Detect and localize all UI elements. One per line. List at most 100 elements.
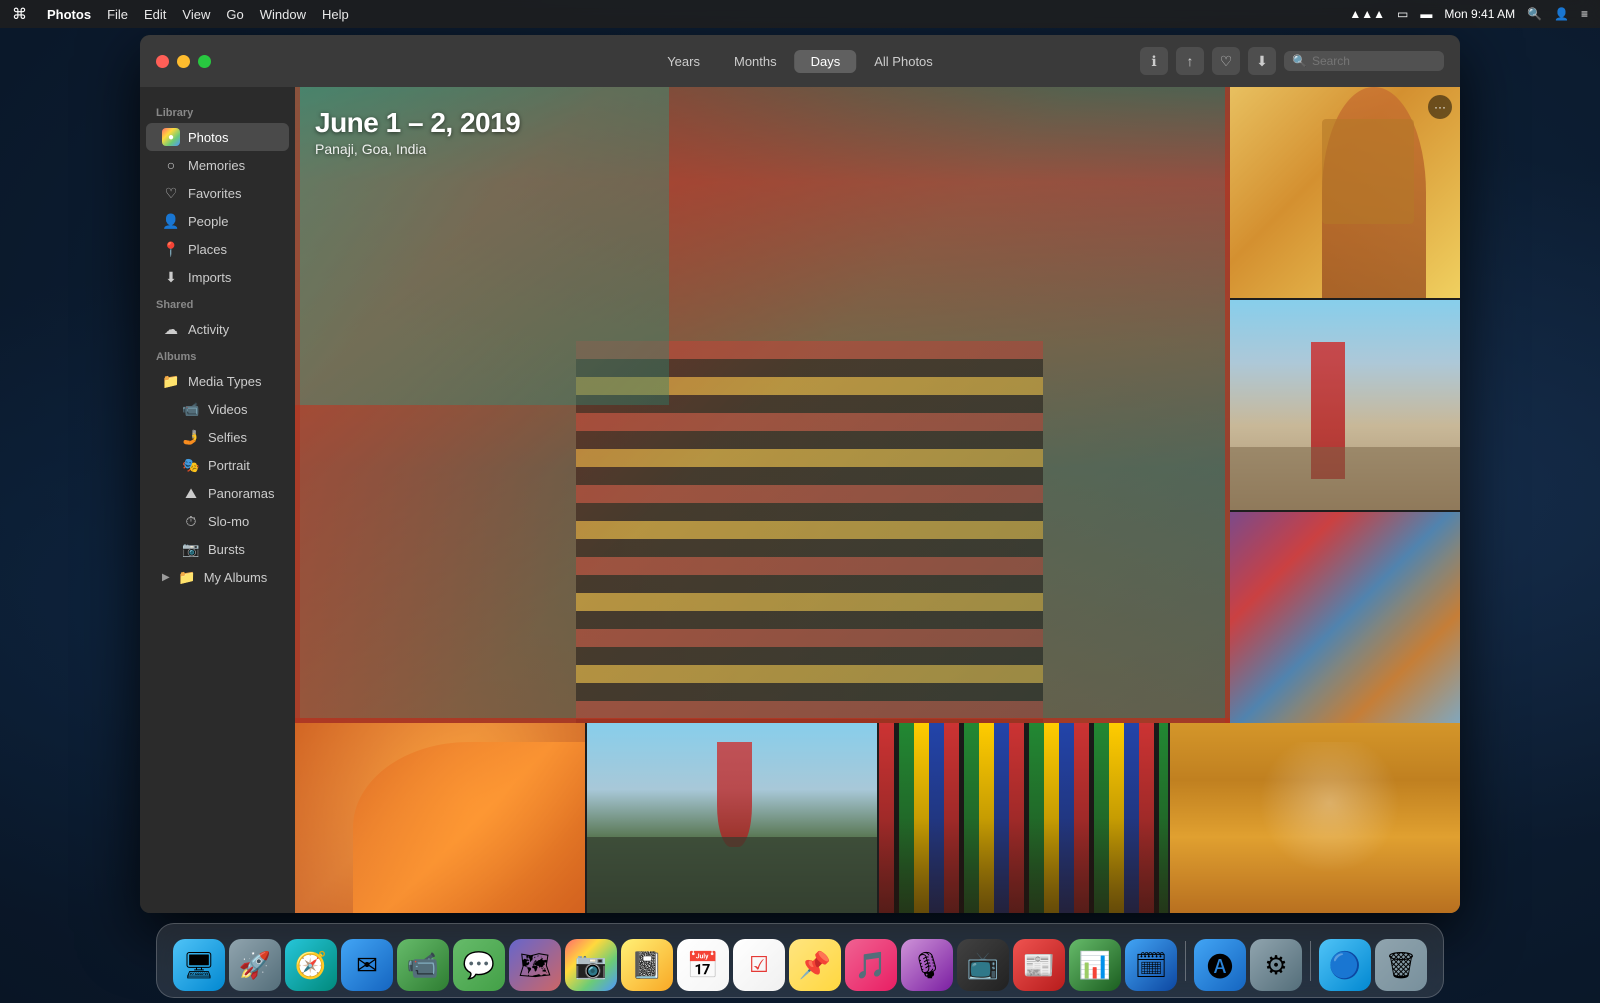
bottom-photo-dancer[interactable] [1170, 723, 1460, 913]
dock-mail[interactable]: ✉ [341, 939, 393, 991]
dock-facetime[interactable]: 📹 [397, 939, 449, 991]
panoramas-icon: ⛰ [182, 484, 200, 502]
dock-stickies[interactable]: 📌 [789, 939, 841, 991]
music-icon: 🎵 [855, 950, 887, 981]
dock-launchpad[interactable]: 🚀 [229, 939, 281, 991]
screen-icon: 🔵 [1329, 950, 1361, 981]
bottom-photo-girl-rocks[interactable] [587, 723, 877, 913]
dock-podcasts[interactable]: 🎙 [901, 939, 953, 991]
dock-messages[interactable]: 💬 [453, 939, 505, 991]
sidebar-item-media-types[interactable]: 📁 Media Types [146, 367, 289, 395]
close-button[interactable] [156, 55, 169, 68]
sidebar-item-selfies[interactable]: 🤳 Selfies [146, 423, 289, 451]
search-icon[interactable]: 🔍 [1527, 7, 1542, 21]
sidebar-item-memories[interactable]: ○ Memories [146, 151, 289, 179]
dock-appletv[interactable]: 📺 [957, 939, 1009, 991]
dock-system-preferences[interactable]: ⚙ [1250, 939, 1302, 991]
date-title: June 1 – 2, 2019 [315, 107, 520, 139]
menu-help[interactable]: Help [322, 7, 349, 22]
memories-icon: ○ [162, 156, 180, 174]
search-input[interactable] [1312, 54, 1432, 68]
dock-notes[interactable]: 📓 [621, 939, 673, 991]
dock-keynote[interactable]: 🗓 [1125, 939, 1177, 991]
import-button[interactable]: ⬇ [1248, 47, 1276, 75]
info-button[interactable]: ℹ [1140, 47, 1168, 75]
tab-all-photos[interactable]: All Photos [858, 50, 949, 73]
sidebar-item-videos[interactable]: 📹 Videos [146, 395, 289, 423]
tab-years[interactable]: Years [651, 50, 716, 73]
tab-months[interactable]: Months [718, 50, 793, 73]
finder-icon: 🖥 [182, 950, 215, 981]
dock-screen-item[interactable]: 🔵 [1319, 939, 1371, 991]
sidebar-label-places: Places [188, 242, 227, 257]
toolbar-actions: ℹ ↑ ♡ ⬇ 🔍 [1140, 47, 1444, 75]
sidebar-item-slo-mo[interactable]: ⏱ Slo-mo [146, 507, 289, 535]
sidebar-item-imports[interactable]: ⬇ Imports [146, 263, 289, 291]
selfies-icon: 🤳 [182, 428, 200, 446]
imports-icon: ⬇ [162, 268, 180, 286]
thumb-photo-red-sari-walk[interactable] [1230, 300, 1460, 511]
search-box[interactable]: 🔍 [1284, 51, 1444, 71]
dock-music[interactable]: 🎵 [845, 939, 897, 991]
menu-file[interactable]: File [107, 7, 128, 22]
sidebar-item-favorites[interactable]: ♡ Favorites [146, 179, 289, 207]
bottom-photo-orange-scarf[interactable] [295, 723, 585, 913]
facetime-icon: 📹 [407, 950, 439, 981]
share-button[interactable]: ↑ [1176, 47, 1204, 75]
bottom-photo-fabric[interactable] [879, 723, 1169, 913]
thumb-photo-man-yellow[interactable]: ··· [1230, 87, 1460, 298]
main-photo[interactable] [295, 87, 1230, 723]
sidebar-item-people[interactable]: 👤 People [146, 207, 289, 235]
heart-icon: ♡ [1220, 53, 1233, 70]
menu-view[interactable]: View [182, 7, 210, 22]
dock-finder[interactable]: 🖥 [173, 939, 225, 991]
menu-edit[interactable]: Edit [144, 7, 166, 22]
dock-reminders[interactable]: ☑ [733, 939, 785, 991]
dock-calendar[interactable]: 📅 [677, 939, 729, 991]
appstore-icon: 🅐 [1207, 947, 1233, 984]
people-icon: 👤 [162, 212, 180, 230]
videos-icon: 📹 [182, 400, 200, 418]
my-albums-icon: 📁 [178, 568, 196, 586]
sidebar-item-portrait[interactable]: 🎭 Portrait [146, 451, 289, 479]
orange-scarf-bg [295, 723, 585, 913]
user-avatar[interactable]: 👤 [1554, 7, 1569, 21]
control-center-icon[interactable]: ≡ [1581, 7, 1588, 21]
sidebar-label-photos: Photos [188, 130, 228, 145]
sidebar-item-activity[interactable]: ☁ Activity [146, 315, 289, 343]
sidebar-label-media-types: Media Types [188, 374, 261, 389]
maximize-button[interactable] [198, 55, 211, 68]
tab-days[interactable]: Days [795, 50, 857, 73]
library-header: Library [140, 99, 295, 123]
sidebar-label-portrait: Portrait [208, 458, 250, 473]
notes-icon: 📓 [631, 950, 663, 981]
more-options-button[interactable]: ··· [1428, 95, 1452, 119]
sidebar-label-activity: Activity [188, 322, 229, 337]
dock-divider [1185, 941, 1186, 981]
dock-news[interactable]: 📰 [1013, 939, 1065, 991]
dock-trash[interactable]: 🗑 [1375, 939, 1427, 991]
dancer-bg [1170, 723, 1460, 913]
favorite-button[interactable]: ♡ [1212, 47, 1240, 75]
app-menu-photos[interactable]: Photos [47, 7, 91, 22]
menu-window[interactable]: Window [260, 7, 306, 22]
sidebar-item-panoramas[interactable]: ⛰ Panoramas [146, 479, 289, 507]
places-icon: 📍 [162, 240, 180, 258]
numbers-icon: 📊 [1079, 950, 1111, 981]
sidebar-item-bursts[interactable]: 📷 Bursts [146, 535, 289, 563]
apple-menu[interactable]: ⌘ [12, 5, 27, 23]
menu-go[interactable]: Go [226, 7, 243, 22]
screen-mirroring-icon: ▭ [1397, 7, 1408, 21]
sidebar-label-people: People [188, 214, 228, 229]
sidebar-item-places[interactable]: 📍 Places [146, 235, 289, 263]
dock-maps[interactable]: 🗺 [509, 939, 561, 991]
dock-safari[interactable]: 🧭 [285, 939, 337, 991]
sidebar-item-photos[interactable]: ● Photos [146, 123, 289, 151]
sidebar-item-my-albums[interactable]: ▶ 📁 My Albums [146, 563, 289, 591]
dock-numbers[interactable]: 📊 [1069, 939, 1121, 991]
thumb-photo-colorful-sari[interactable] [1230, 512, 1460, 723]
dock-photos[interactable]: 📷 [565, 939, 617, 991]
dock-appstore[interactable]: 🅐 [1194, 939, 1246, 991]
info-icon: ℹ [1151, 53, 1156, 70]
minimize-button[interactable] [177, 55, 190, 68]
